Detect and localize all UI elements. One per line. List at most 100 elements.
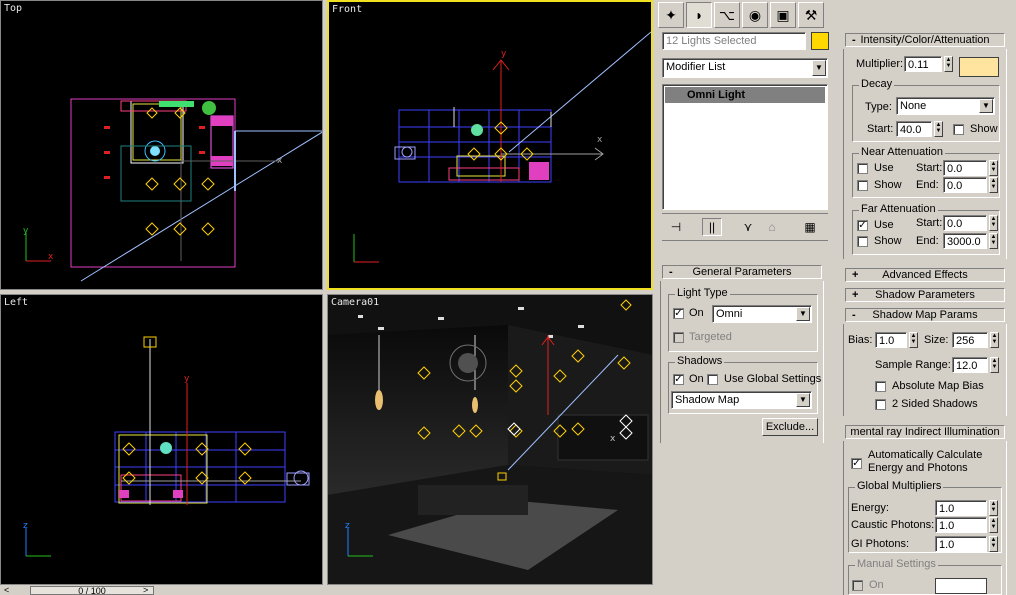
far-start-spinner[interactable]: ▲ ▼	[989, 215, 998, 231]
far-start-label: Start:	[916, 217, 943, 229]
chevron-down-icon: ▼	[796, 307, 810, 321]
auto-calculate-label: Automatically Calculate Energy and Photo…	[868, 449, 983, 474]
selection-name-field[interactable]: 12 Lights Selected	[662, 32, 806, 50]
exclude-button[interactable]: Exclude...	[762, 418, 818, 436]
auto-calculate-checkbox[interactable]: ✓	[851, 458, 862, 469]
viewport-label: Front	[332, 4, 363, 15]
command-panel: ✦ ◗ ⌥ ◉ ▣ ⚒ 12 Lights Selected Modifier …	[656, 0, 1016, 595]
rollout-advanced-effects[interactable]: + Advanced Effects	[845, 268, 1005, 282]
sample-range-field[interactable]: 12.0	[952, 357, 988, 373]
size-label: Size:	[924, 334, 949, 346]
light-type-dropdown[interactable]: Omni ▼	[712, 305, 812, 323]
prev-frame-icon[interactable]: <	[4, 585, 9, 595]
rollout-mental-ray-indirect[interactable]: mental ray Indirect Illumination	[845, 425, 1005, 439]
far-show-checkbox[interactable]	[857, 236, 868, 247]
pin-stack-icon[interactable]: ⊣	[666, 218, 686, 236]
modify-icon[interactable]: ◗	[686, 2, 712, 28]
display-icon[interactable]: ▣	[770, 2, 796, 28]
bias-spinner[interactable]: ▲ ▼	[909, 332, 918, 348]
near-use-label: Use	[874, 162, 894, 174]
sample-range-label: Sample Range:	[875, 359, 951, 371]
decay-show-label: Show	[970, 123, 998, 135]
camera-view-scene: z x	[328, 295, 652, 584]
absolute-map-bias-checkbox[interactable]	[875, 381, 886, 392]
sample-range-spinner[interactable]: ▲ ▼	[990, 357, 999, 373]
rollout-shadow-map-params[interactable]: - Shadow Map Params	[845, 308, 1005, 322]
rollout-general-parameters[interactable]: - General Parameters	[662, 265, 822, 279]
decay-show-checkbox[interactable]	[953, 124, 964, 135]
svg-text:y: y	[501, 49, 507, 59]
use-global-settings-label: Use Global Settings	[724, 373, 822, 385]
viewport-top[interactable]: x x y Top	[0, 0, 323, 290]
show-end-result-icon[interactable]: ||	[702, 218, 722, 236]
far-start-field[interactable]: 0.0	[943, 215, 987, 231]
viewport-front[interactable]: y x Front	[327, 0, 653, 290]
two-sided-shadows-checkbox[interactable]	[875, 399, 886, 410]
near-start-spinner[interactable]: ▲ ▼	[989, 160, 998, 176]
modifier-list-dropdown[interactable]: Modifier List ▼	[662, 58, 828, 78]
svg-text:z: z	[345, 521, 350, 531]
far-end-spinner[interactable]: ▲ ▼	[989, 233, 998, 249]
shadow-type-dropdown[interactable]: Shadow Map ▼	[671, 391, 812, 409]
light-color-swatch[interactable]	[959, 57, 999, 77]
viewport-label: Camera01	[331, 297, 380, 308]
viewport-camera[interactable]: z x Camera01	[327, 294, 653, 585]
remove-modifier-icon[interactable]: ⌂	[762, 218, 782, 236]
rollout-shadow-parameters[interactable]: + Shadow Parameters	[845, 288, 1005, 302]
utilities-icon[interactable]: ⚒	[798, 2, 824, 28]
divider	[662, 240, 828, 241]
hierarchy-icon[interactable]: ⌥	[714, 2, 740, 28]
near-show-checkbox[interactable]	[857, 180, 868, 191]
caustic-photons-spinner[interactable]: ▲ ▼	[989, 517, 998, 533]
size-field[interactable]: 256	[952, 332, 988, 348]
viewport-left[interactable]: y z Left	[0, 294, 323, 585]
two-sided-shadows-label: 2 Sided Shadows	[892, 398, 978, 410]
targeted-checkbox[interactable]	[673, 332, 684, 343]
object-color-swatch[interactable]	[811, 32, 829, 50]
near-start-field[interactable]: 0.0	[943, 160, 987, 176]
multiplier-spinner[interactable]: ▲ ▼	[944, 56, 953, 72]
far-end-label: End:	[916, 235, 939, 247]
energy-field[interactable]: 1.0	[935, 500, 987, 516]
time-slider[interactable]: 0 / 100	[30, 586, 154, 595]
decay-start-field[interactable]: 40.0	[896, 121, 932, 137]
manual-on-checkbox[interactable]	[852, 580, 863, 591]
rollout-intensity-color-attenuation[interactable]: - Intensity/Color/Attenuation	[845, 33, 1005, 47]
near-end-field[interactable]: 0.0	[943, 177, 987, 193]
chevron-down-icon: ▼	[979, 99, 993, 113]
front-view-scene: y x	[353, 31, 651, 263]
far-end-field[interactable]: 3000.0	[943, 233, 987, 249]
near-use-checkbox[interactable]	[857, 163, 868, 174]
make-unique-icon[interactable]: ⋎	[738, 218, 758, 236]
motion-icon[interactable]: ◉	[742, 2, 768, 28]
light-type-group: Light Type	[668, 287, 818, 352]
decay-start-label: Start:	[867, 123, 894, 135]
near-end-spinner[interactable]: ▲ ▼	[989, 177, 998, 193]
decay-type-dropdown[interactable]: None ▼	[896, 97, 995, 115]
create-icon[interactable]: ✦	[658, 2, 684, 28]
shadows-on-checkbox[interactable]: ✓	[673, 374, 684, 385]
far-use-label: Use	[874, 219, 894, 231]
light-on-checkbox[interactable]: ✓	[673, 308, 684, 319]
next-frame-icon[interactable]: >	[143, 585, 148, 595]
size-spinner[interactable]: ▲ ▼	[990, 332, 999, 348]
energy-spinner[interactable]: ▲ ▼	[989, 500, 998, 516]
chevron-down-icon: ▼	[796, 393, 810, 407]
shadows-on-label: On	[689, 373, 704, 385]
multiplier-field[interactable]: 0.11	[904, 56, 942, 72]
gi-photons-field[interactable]: 1.0	[935, 536, 987, 552]
far-show-label: Show	[874, 235, 902, 247]
configure-sets-icon[interactable]: ▦	[800, 218, 820, 236]
decay-start-spinner[interactable]: ▲ ▼	[934, 121, 943, 137]
svg-text:x: x	[48, 252, 54, 262]
gi-photons-spinner[interactable]: ▲ ▼	[989, 536, 998, 552]
far-use-checkbox[interactable]: ✓	[857, 220, 868, 231]
modifier-stack[interactable]: Omni Light	[662, 84, 828, 210]
manual-color-swatch[interactable]	[935, 578, 987, 594]
bias-field[interactable]: 1.0	[875, 332, 907, 348]
caustic-photons-field[interactable]: 1.0	[935, 517, 987, 533]
modifier-stack-item[interactable]: Omni Light	[665, 87, 825, 103]
use-global-settings-checkbox[interactable]	[707, 374, 718, 385]
gi-photons-label: GI Photons:	[851, 538, 910, 550]
near-end-label: End:	[916, 179, 939, 191]
